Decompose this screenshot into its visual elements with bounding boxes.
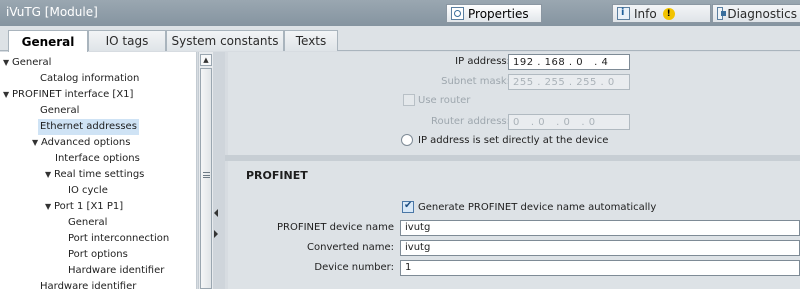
caret-down-icon: ▼ (32, 138, 39, 147)
ip-address-label: IP address: (455, 56, 510, 67)
profinet-panel: PROFINET Generate PROFINET device name a… (228, 161, 800, 289)
tree-item-catalog-information[interactable]: Catalog information (40, 71, 139, 87)
tree-item-profinet-interface[interactable]: ▼ PROFINET interface [X1] (3, 87, 133, 103)
tree-item-interface-general[interactable]: General (40, 103, 79, 119)
router-address-label: Router address: (431, 116, 510, 127)
tree-item-general[interactable]: ▼ General (3, 55, 51, 71)
diagnostics-button[interactable]: Diagnostics (712, 4, 800, 23)
properties-content: IP address: 192 . 168 . 0 . 4 Subnet mas… (225, 52, 800, 289)
use-router-label: Use router (418, 95, 471, 106)
generate-device-name-checkbox[interactable] (402, 200, 414, 213)
diagnostics-icon (717, 7, 727, 20)
router-address-field: 0 . 0 . 0 . 0 (508, 114, 630, 130)
info-button[interactable]: Info ! (612, 4, 711, 23)
scroll-thumb[interactable] (200, 68, 212, 289)
scroll-grip-icon (203, 172, 210, 178)
profinet-device-name-label: PROFINET device name (276, 222, 394, 233)
window-title: iVuTG [Module] (6, 5, 98, 19)
converted-name-label: Converted name: (307, 242, 394, 253)
tree-item-port-1[interactable]: ▼ Port 1 [X1 P1] (45, 199, 123, 215)
tree-item-ethernet-addresses[interactable]: Ethernet addresses (38, 119, 139, 135)
radio-icon[interactable] (401, 134, 413, 146)
tab-general[interactable]: General (8, 30, 88, 52)
generate-device-name-label: Generate PROFINET device name automatica… (418, 202, 657, 213)
caret-down-icon: ▼ (3, 58, 10, 67)
tree-scrollbar[interactable]: ▲ (198, 52, 213, 289)
tree-item-io-cycle[interactable]: IO cycle (68, 183, 108, 199)
subnet-mask-field: 255 . 255 . 255 . 0 (508, 74, 630, 90)
warning-icon: ! (662, 7, 675, 20)
info-label: Info (634, 6, 657, 21)
properties-button[interactable]: Properties (446, 4, 542, 23)
converted-name-field: ivutg (400, 240, 800, 256)
navigation-tree: ▼ General Catalog information ▼ PROFINET i… (0, 52, 197, 289)
tree-item-advanced-options[interactable]: ▼ Advanced options (32, 135, 130, 151)
caret-down-icon: ▼ (45, 202, 52, 211)
collapse-left-icon[interactable] (214, 209, 218, 217)
tree-item-port-hardware-identifier[interactable]: Hardware identifier (68, 263, 164, 279)
chevron-right-icon[interactable] (214, 230, 218, 238)
properties-label: Properties (468, 6, 529, 21)
tree-item-interface-options[interactable]: Interface options (55, 151, 140, 167)
diagnostics-label: Diagnostics (727, 6, 797, 21)
caret-down-icon: ▼ (3, 90, 10, 99)
tab-texts[interactable]: Texts (284, 30, 338, 51)
device-number-label: Device number: (314, 262, 394, 273)
tree-item-port-options[interactable]: Port options (68, 247, 128, 263)
tree-item-real-time-settings[interactable]: ▼ Real time settings (45, 167, 144, 183)
tab-io-tags[interactable]: IO tags (88, 30, 166, 51)
properties-icon (451, 7, 464, 20)
panel-splitter[interactable] (213, 52, 225, 289)
ip-set-directly-label: IP address is set directly at the device (418, 135, 609, 146)
tree-item-port-general[interactable]: General (68, 215, 107, 231)
use-router-checkbox (403, 94, 415, 106)
ip-address-field[interactable]: 192 . 168 . 0 . 4 (508, 54, 630, 70)
ip-protocol-panel: IP address: 192 . 168 . 0 . 4 Subnet mas… (228, 52, 800, 155)
subnet-mask-label: Subnet mask: (441, 76, 510, 87)
device-number-field[interactable]: 1 (400, 260, 800, 276)
tree-item-port-interconnection[interactable]: Port interconnection (68, 231, 169, 247)
info-icon (617, 7, 630, 20)
caret-down-icon: ▼ (45, 170, 52, 179)
scroll-up-icon[interactable]: ▲ (200, 54, 212, 66)
tab-system-constants[interactable]: System constants (166, 30, 284, 51)
profinet-section-title: PROFINET (246, 169, 308, 182)
tab-bar: General IO tags System constants Texts (0, 26, 800, 52)
profinet-device-name-field[interactable]: ivutg (400, 220, 800, 236)
title-bar: iVuTG [Module] Properties Info ! Diagnos… (0, 0, 800, 26)
tree-item-hardware-identifier[interactable]: Hardware identifier (40, 279, 136, 289)
